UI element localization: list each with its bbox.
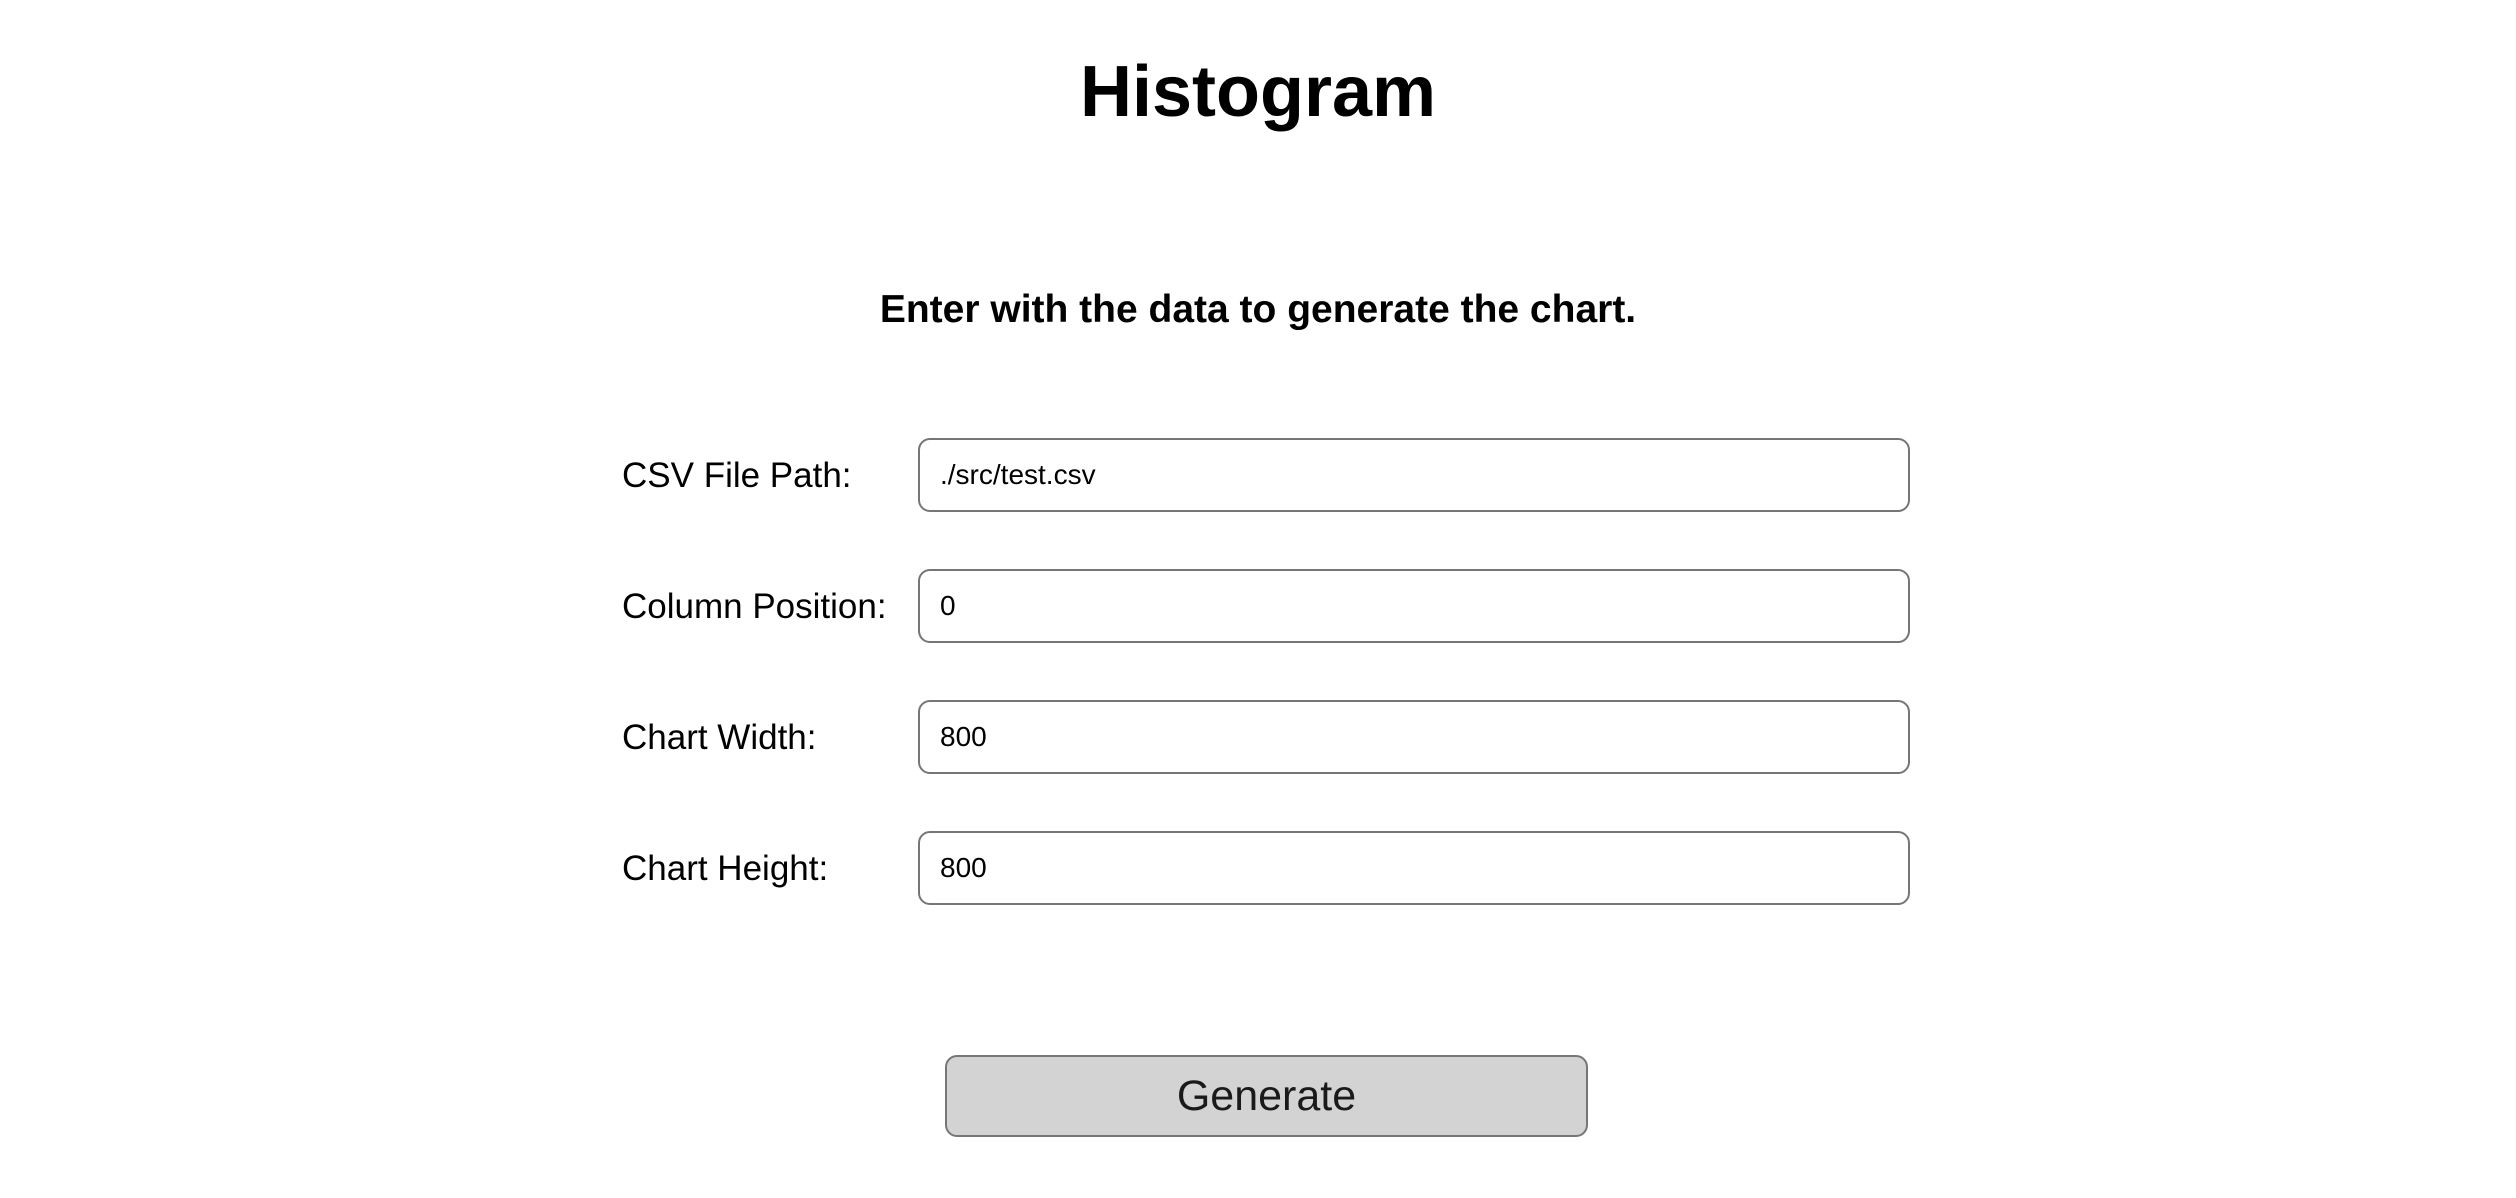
csv-file-path-row: CSV File Path:	[622, 438, 1912, 514]
chart-height-label: Chart Height:	[622, 849, 829, 888]
page: Histogram Enter with the data to generat…	[0, 0, 2516, 1198]
generate-button[interactable]: Generate	[945, 1055, 1588, 1137]
page-title: Histogram	[1079, 52, 1437, 132]
csv-file-path-input[interactable]	[918, 438, 1910, 512]
column-position-input[interactable]	[918, 569, 1910, 643]
column-position-label: Column Position:	[622, 587, 887, 626]
column-position-row: Column Position:	[622, 569, 1912, 645]
chart-height-row: Chart Height:	[622, 831, 1912, 907]
chart-width-label: Chart Width:	[622, 718, 817, 757]
chart-width-row: Chart Width:	[622, 700, 1912, 776]
page-subtitle: Enter with the data to generate the char…	[879, 288, 1637, 331]
csv-file-path-label: CSV File Path:	[622, 456, 852, 495]
chart-height-input[interactable]	[918, 831, 1910, 905]
chart-width-input[interactable]	[918, 700, 1910, 774]
